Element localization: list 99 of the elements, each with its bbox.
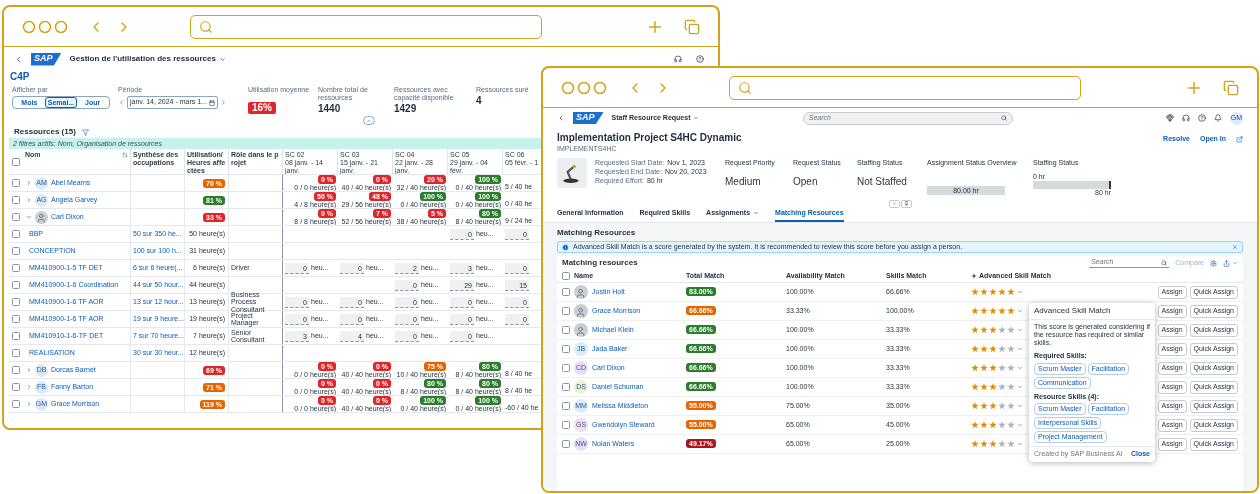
kpi-value: 1440 (318, 103, 342, 115)
caret-icon[interactable] (1017, 384, 1023, 390)
info-icon (562, 243, 569, 251)
tabs-icon[interactable] (1223, 79, 1239, 96)
popover-title: Advanced Skill Match (1029, 303, 1155, 320)
sap-logo: SAP (573, 112, 604, 124)
checkbox[interactable] (12, 213, 20, 221)
chevron-up-icon (366, 117, 372, 124)
checkbox[interactable] (562, 421, 570, 429)
filter-icon[interactable] (81, 128, 89, 136)
caret-icon[interactable] (693, 115, 700, 121)
collapse-button[interactable] (363, 116, 375, 125)
tabs-icon[interactable] (684, 18, 700, 35)
address-bar[interactable] (190, 14, 542, 39)
page-title: C4P (10, 71, 31, 83)
help-icon[interactable] (696, 55, 704, 63)
page-title: Implementation Project S4HC Dynamic (557, 132, 742, 144)
table-title: Ressources (15) (14, 126, 76, 138)
caret-icon[interactable] (1232, 260, 1238, 266)
window-buttons-icon[interactable] (22, 19, 68, 34)
checkbox[interactable] (562, 345, 570, 353)
calendar-icon[interactable] (208, 99, 215, 106)
search-icon (738, 80, 752, 95)
avatar-silhouette (574, 323, 588, 337)
expand-icon[interactable] (26, 197, 32, 203)
diamond-icon[interactable] (1166, 114, 1174, 122)
checkbox[interactable] (562, 440, 570, 448)
address-bar[interactable] (729, 75, 1081, 100)
checkbox[interactable] (12, 366, 20, 374)
app-title[interactable]: Gestion de l'utilisation des ressources (69, 53, 216, 65)
table-title: Matching resources (562, 257, 638, 269)
search-icon[interactable] (1161, 259, 1168, 266)
robot-arm-picture (557, 158, 587, 188)
avatar-silhouette (574, 304, 588, 318)
pin-button[interactable] (900, 199, 912, 208)
checkbox[interactable] (562, 307, 570, 315)
collapse-icon[interactable] (26, 214, 32, 220)
pin-icon (903, 201, 909, 206)
caret-icon[interactable] (1017, 441, 1023, 447)
back-icon[interactable] (557, 114, 565, 122)
caret-icon[interactable] (1017, 308, 1023, 314)
settings-icon[interactable] (1210, 259, 1217, 267)
sort-icon[interactable] (122, 152, 128, 158)
checkbox[interactable] (12, 157, 20, 166)
checkbox[interactable] (12, 179, 20, 187)
bell-icon[interactable] (1214, 114, 1222, 122)
search-icon[interactable] (1000, 115, 1007, 121)
checkbox[interactable] (562, 383, 570, 391)
checkbox[interactable] (12, 196, 20, 204)
expand-icon[interactable] (26, 384, 32, 390)
back-icon[interactable] (14, 54, 23, 64)
avatar-silhouette (35, 210, 48, 224)
caret-icon[interactable] (1017, 365, 1023, 371)
sparkle-icon (971, 273, 977, 279)
checkbox[interactable] (562, 272, 570, 280)
checkbox[interactable] (12, 400, 20, 408)
previous-icon[interactable] (118, 99, 125, 106)
window-buttons-icon[interactable] (561, 80, 607, 95)
export-icon[interactable] (1223, 259, 1230, 267)
caret-icon[interactable] (1017, 346, 1023, 352)
expand-icon[interactable] (26, 401, 32, 407)
checkbox[interactable] (12, 264, 20, 272)
checkbox[interactable] (562, 326, 570, 334)
checkbox[interactable] (12, 230, 20, 238)
close-icon[interactable] (1232, 244, 1238, 250)
caret-icon[interactable] (1017, 327, 1023, 333)
checkbox[interactable] (12, 315, 20, 323)
headset-icon[interactable] (674, 55, 682, 63)
checkbox[interactable] (12, 332, 20, 340)
checkbox[interactable] (562, 402, 570, 410)
chevron-up-icon (891, 201, 897, 206)
collapse-button[interactable] (888, 199, 900, 208)
sap-logo: SAP (31, 52, 62, 66)
headset-icon[interactable] (1182, 114, 1190, 122)
share-icon[interactable] (1236, 135, 1243, 143)
kpi-badge: 16% (248, 102, 276, 114)
checkbox[interactable] (562, 364, 570, 372)
expand-icon[interactable] (26, 367, 32, 373)
caret-icon[interactable] (1017, 422, 1023, 428)
help-icon[interactable] (1198, 114, 1206, 122)
expand-icon[interactable] (26, 180, 32, 186)
attribute-value: Open (793, 174, 819, 189)
kpi-value: 1429 (394, 103, 418, 115)
caret-icon[interactable] (1017, 289, 1023, 295)
checkbox[interactable] (12, 298, 20, 306)
checkbox[interactable] (562, 288, 570, 296)
checkbox[interactable] (12, 349, 20, 357)
caret-icon[interactable] (218, 55, 226, 63)
checkbox[interactable] (12, 281, 20, 289)
caret-icon[interactable] (1017, 403, 1023, 409)
attribute-value: Not Staffed (857, 174, 908, 189)
kpi-value: 4 (476, 95, 483, 107)
checkbox[interactable] (12, 247, 20, 255)
next-icon[interactable] (219, 99, 227, 106)
search-icon (199, 19, 213, 34)
attribute-value: Medium (725, 174, 762, 189)
section-title: Matching Resources (557, 228, 637, 238)
checkbox[interactable] (12, 383, 20, 391)
avatar-silhouette (574, 285, 588, 299)
